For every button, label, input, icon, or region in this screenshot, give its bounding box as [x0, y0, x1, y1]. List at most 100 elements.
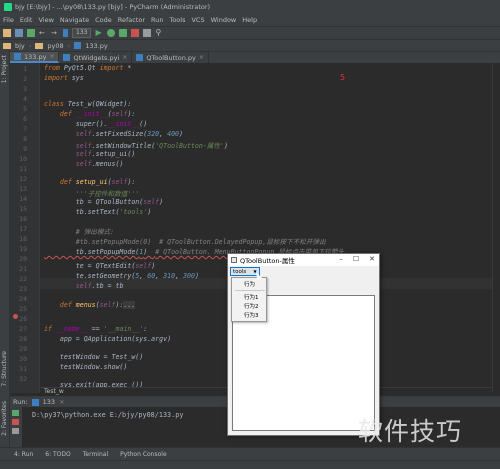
nav-project[interactable]: bjy	[15, 42, 25, 50]
tab-qtwidgets-pyi[interactable]: QtWidgets.pyi ×	[59, 52, 133, 63]
menu-tools[interactable]: Tools	[169, 16, 185, 24]
breakpoint-icon[interactable]	[13, 314, 18, 319]
qt-window-body: tools ▼ 行为 行为1 行为2 行为3	[228, 266, 379, 435]
code-line: #tb.setPopupMode(0) # QToolButton.Delaye…	[75, 238, 326, 246]
tab-run[interactable]: 4: Run	[14, 451, 33, 458]
code-line: def __init__(self):	[59, 110, 136, 118]
open-icon[interactable]	[3, 29, 11, 37]
close-icon[interactable]: ×	[122, 54, 127, 61]
line-number: 5	[23, 105, 27, 113]
run-config-tab[interactable]: 133	[43, 398, 55, 406]
forward-arrow-icon[interactable]: →	[51, 29, 59, 37]
code-line: super().__init__()	[44, 120, 148, 128]
code-line: self.tb = tb	[75, 282, 124, 290]
close-icon[interactable]: ✕	[369, 255, 375, 263]
folder-icon	[3, 42, 11, 49]
line-number: 8	[23, 135, 27, 143]
code-line: te = QTextEdit(self)	[44, 262, 156, 270]
tab-133-py[interactable]: 133.py ×	[10, 52, 60, 63]
code-line: self.menus()	[75, 160, 124, 168]
run-output: D:\py37\python.exe E:/bjy/py08/133.py	[32, 411, 184, 419]
line-number: 17	[19, 225, 27, 233]
code-line: self.setup_ui()	[75, 150, 136, 158]
favorites-tool-tab[interactable]: 2: Favorites	[1, 401, 8, 436]
menu-view[interactable]: View	[38, 16, 53, 24]
code-line: testWindow = Test_w()	[44, 353, 144, 361]
close-icon[interactable]: ×	[49, 53, 54, 60]
menu-item-action1[interactable]: 行为1	[244, 293, 259, 301]
line-number: 28	[19, 335, 27, 343]
debug-icon[interactable]	[107, 29, 116, 37]
menu-help[interactable]: Help	[242, 16, 257, 24]
code-line: from PyQt5.Qt import *	[44, 64, 132, 72]
tab-qtoolbutton-py[interactable]: QToolButton.py ×	[132, 52, 209, 63]
menu-window[interactable]: Window	[211, 16, 237, 24]
python-file-icon	[31, 398, 39, 406]
stop-icon[interactable]	[12, 419, 19, 425]
line-number: 7	[23, 125, 27, 133]
coverage-icon[interactable]	[119, 29, 128, 37]
folder-icon	[35, 42, 44, 49]
tab-python-console[interactable]: Python Console	[120, 451, 167, 458]
line-number: 2	[23, 75, 27, 83]
menu-code[interactable]: Code	[95, 16, 112, 24]
menu-file[interactable]: File	[3, 16, 14, 24]
menu-vcs[interactable]: VCS	[191, 16, 204, 24]
menu-item-action3[interactable]: 行为3	[244, 311, 259, 319]
project-tool-tab[interactable]: 1: Project	[1, 55, 8, 83]
code-line: self.setWindowTitle('QToolButton-属性')	[75, 142, 228, 150]
wrench-icon[interactable]	[143, 29, 152, 37]
search-icon[interactable]: ⚲	[155, 29, 163, 37]
run-icon[interactable]: ▶	[95, 29, 103, 37]
python-file-icon	[14, 53, 21, 60]
left-tool-strip: 1: Project 7: Structure 2: Favorites	[0, 51, 10, 447]
line-number: 12	[19, 175, 27, 183]
code-line: def menus(self):...	[59, 301, 136, 309]
line-number: 25	[19, 305, 27, 313]
tab-todo[interactable]: 6: TODO	[45, 451, 70, 458]
line-number: 22	[19, 275, 27, 283]
menu-item-action2[interactable]: 行为2	[244, 302, 259, 310]
structure-tool-tab[interactable]: 7: Structure	[1, 351, 8, 387]
line-number: 27	[19, 325, 27, 333]
code-line: '''子控件和数值'''	[75, 190, 140, 198]
main-toolbar: ← → 133 ▶ ⚲	[0, 26, 500, 39]
back-arrow-icon[interactable]: ←	[39, 29, 47, 37]
nav-file[interactable]: 133.py	[85, 42, 107, 50]
line-number: 9	[23, 145, 27, 153]
menu-refactor[interactable]: Refactor	[118, 16, 145, 24]
minimize-icon[interactable]: –	[339, 255, 343, 263]
breadcrumb-nav: bjy › py08 › 133.py	[0, 39, 500, 51]
code-line: # 弹出模式:	[75, 228, 115, 236]
pycharm-icon	[4, 3, 12, 11]
sync-icon[interactable]	[27, 29, 35, 37]
save-icon[interactable]	[15, 29, 23, 37]
close-icon[interactable]: ×	[59, 398, 64, 406]
line-number: 4	[23, 95, 27, 103]
code-line: import sys	[44, 74, 84, 82]
pin-icon[interactable]	[12, 428, 19, 434]
python-file-icon	[136, 54, 144, 61]
maximize-icon[interactable]: ☐	[353, 255, 359, 263]
line-number: 21	[19, 265, 27, 273]
menu-edit[interactable]: Edit	[20, 16, 33, 24]
stop-icon[interactable]	[131, 29, 140, 37]
tab-label: 133.py	[24, 52, 47, 61]
line-number: 20	[19, 255, 27, 263]
line-number: 1	[23, 65, 27, 73]
editor-scrollbar[interactable]	[492, 63, 500, 393]
run-config-select[interactable]: 133	[72, 28, 92, 38]
rerun-icon[interactable]	[12, 410, 19, 416]
line-number: 13	[19, 185, 27, 193]
tab-terminal[interactable]: Terminal	[83, 451, 108, 458]
menu-navigate[interactable]: Navigate	[60, 16, 89, 24]
close-icon[interactable]: ×	[199, 54, 204, 61]
line-number: 10	[19, 155, 27, 163]
line-number: 24	[19, 295, 27, 303]
nav-folder[interactable]: py08	[47, 42, 63, 50]
code-line: class Test_w(QWidget):	[44, 100, 132, 108]
menu-item-action[interactable]: 行为	[244, 280, 255, 288]
menu-run[interactable]: Run	[151, 16, 163, 24]
window-titlebar: bjy [E:\bjy] - ...\py08\133.py [bjy] - P…	[0, 0, 500, 14]
tools-popup-menu: 行为 行为1 行为2 行为3	[231, 277, 267, 322]
